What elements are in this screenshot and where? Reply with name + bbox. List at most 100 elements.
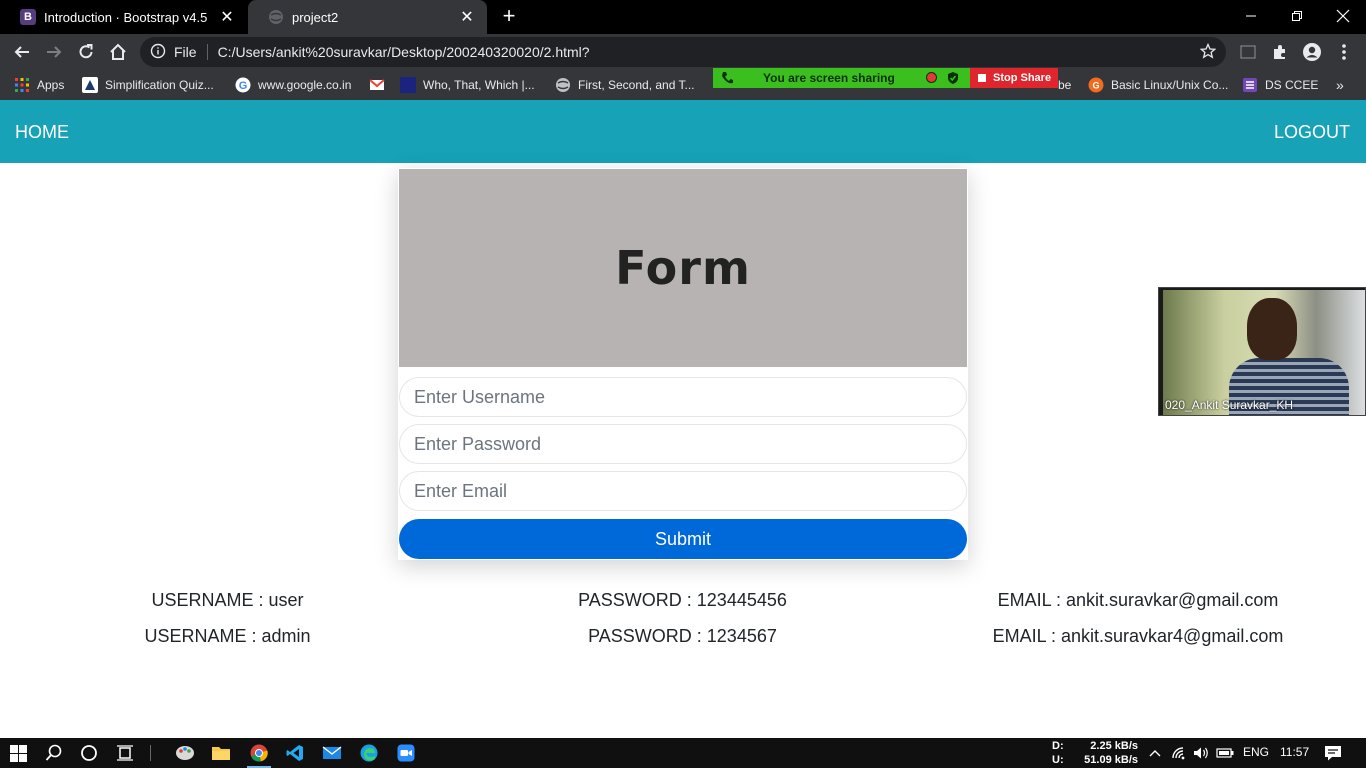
url-text[interactable]: C:/Users/ankit%20suravkar/Desktop/200240…	[218, 44, 590, 60]
bookmark-ds-ccee[interactable]: DS CCEE	[1242, 77, 1318, 93]
download-speed: 2.25 kB/s	[1090, 740, 1138, 752]
bookmark-label: First, Second, and T...	[578, 78, 695, 92]
record-indicator-icon	[926, 72, 937, 83]
email-text: EMAIL : ankit.suravkar4@gmail.com	[992, 626, 1284, 646]
username-input[interactable]	[399, 377, 967, 417]
language-indicator[interactable]: ENG	[1243, 745, 1269, 759]
gmail-icon	[369, 77, 385, 93]
close-tab-icon[interactable]: ✕	[219, 9, 235, 26]
chrome-app-icon[interactable]	[247, 740, 271, 768]
tab-bootstrap-intro[interactable]: B Introduction · Bootstrap v4.5 ✕	[0, 0, 247, 34]
list-icon	[1242, 77, 1258, 93]
globe-icon	[268, 9, 284, 25]
tab-project2[interactable]: project2 ✕	[248, 0, 487, 34]
participant-video-tile[interactable]: 020_Ankit Suravkar_KH	[1158, 287, 1366, 416]
shield-check-icon	[947, 71, 959, 88]
email-text: EMAIL : ankit.suravkar@gmail.com	[997, 590, 1279, 610]
bookmark-label: Simplification Quiz...	[105, 78, 214, 92]
phone-icon	[721, 71, 733, 88]
windows-start-icon[interactable]	[7, 742, 29, 764]
cortana-icon[interactable]	[78, 742, 100, 764]
tab-title: Introduction · Bootstrap v4.5	[44, 9, 208, 25]
zoom-app-icon[interactable]	[395, 742, 417, 764]
wifi-icon[interactable]	[1168, 742, 1190, 764]
scheme-label: File	[174, 44, 208, 60]
vscode-app-icon[interactable]	[284, 742, 306, 764]
submit-button[interactable]: Submit	[399, 519, 967, 559]
task-view-icon[interactable]	[114, 742, 136, 764]
close-tab-icon[interactable]: ✕	[459, 9, 475, 26]
bookmarks-bar: Apps Simplification Quiz... G www.google…	[0, 70, 1366, 100]
download-label: D:	[1052, 740, 1064, 752]
form-header: Form	[399, 169, 967, 367]
new-tab-button[interactable]: +	[498, 5, 520, 28]
search-icon[interactable]	[43, 742, 65, 764]
guru-icon: G	[1088, 77, 1104, 93]
reload-icon[interactable]	[74, 40, 98, 64]
nav-home-link[interactable]: HOME	[15, 122, 69, 143]
minimize-icon[interactable]	[1228, 0, 1274, 32]
stop-share-button[interactable]: Stop Share	[970, 68, 1058, 88]
browser-toolbar: File C:/Users/ankit%20suravkar/Desktop/2…	[0, 34, 1366, 70]
mail-app-icon[interactable]	[321, 742, 343, 764]
password-input[interactable]	[399, 424, 967, 464]
close-window-icon[interactable]	[1320, 0, 1366, 32]
google-icon: G	[235, 77, 251, 93]
menu-kebab-icon[interactable]	[1332, 40, 1356, 64]
bookmark-who-that-which[interactable]: Who, That, Which |...	[400, 77, 535, 93]
more-bookmarks-chevron-icon[interactable]: »	[1336, 77, 1344, 93]
bookmark-youtube[interactable]: be	[1058, 77, 1071, 93]
password-text: PASSWORD : 123445456	[578, 590, 787, 610]
svg-text:G: G	[239, 80, 248, 92]
bookmark-label: DS CCEE	[1265, 78, 1319, 92]
network-speed-meter: D: 2.25 kB/s U: 51.09 kB/s	[1052, 739, 1138, 767]
screen-sharing-banner: You are screen sharing	[713, 68, 970, 88]
apps-grid-icon	[14, 77, 30, 93]
bookmark-label: Who, That, Which |...	[423, 78, 535, 92]
file-explorer-icon[interactable]	[210, 742, 232, 764]
notifications-icon[interactable]	[1322, 742, 1344, 764]
participant-figure-head	[1247, 298, 1297, 360]
clock-time[interactable]: 11:57	[1280, 745, 1309, 759]
restore-icon[interactable]	[1274, 0, 1320, 32]
bookmark-simplification-quiz[interactable]: Simplification Quiz...	[82, 77, 214, 93]
bookmark-gmail[interactable]	[369, 77, 392, 93]
username-text: USERNAME : admin	[144, 626, 311, 646]
email-input[interactable]	[399, 471, 967, 511]
bookmark-first-second[interactable]: First, Second, and T...	[555, 77, 695, 93]
bookmark-label: Basic Linux/Unix Co...	[1111, 78, 1229, 92]
password-text: PASSWORD : 1234567	[588, 626, 777, 646]
bookmark-label: be	[1058, 78, 1072, 92]
upload-speed: 51.09 kB/s	[1084, 754, 1138, 766]
paint-app-icon[interactable]	[174, 742, 196, 764]
stop-square-icon	[978, 74, 986, 82]
bookmark-star-icon[interactable]	[1199, 42, 1217, 62]
username-text: USERNAME : user	[151, 590, 304, 610]
edge-app-icon[interactable]	[358, 742, 380, 764]
home-icon[interactable]	[106, 40, 130, 64]
bookmark-google[interactable]: G www.google.co.in	[235, 77, 351, 93]
svg-text:G: G	[1092, 81, 1099, 91]
tab-title: project2	[292, 9, 339, 25]
volume-icon[interactable]	[1190, 742, 1212, 764]
cast-icon[interactable]	[1236, 40, 1260, 64]
screen-sharing-status: You are screen sharing	[763, 71, 895, 85]
bookmark-apps[interactable]: Apps	[14, 77, 64, 93]
bookmark-basic-linux[interactable]: G Basic Linux/Unix Co...	[1088, 77, 1228, 93]
chevron-up-icon[interactable]	[1144, 742, 1166, 764]
nav-logout-link[interactable]: LOGOUT	[1274, 122, 1350, 143]
credentials-row: USERNAME : admin PASSWORD : 1234567 EMAI…	[0, 626, 1366, 650]
quiz-icon	[82, 77, 98, 93]
bootstrap-favicon-icon: B	[20, 9, 36, 25]
bookmark-label: Apps	[37, 78, 65, 92]
address-bar[interactable]: File C:/Users/ankit%20suravkar/Desktop/2…	[140, 37, 1226, 67]
extensions-puzzle-icon[interactable]	[1268, 40, 1292, 64]
profile-avatar-icon[interactable]	[1300, 40, 1324, 64]
back-arrow-icon[interactable]	[10, 40, 34, 64]
credentials-row: USERNAME : user PASSWORD : 123445456 EMA…	[0, 590, 1366, 614]
tab-strip: B Introduction · Bootstrap v4.5 ✕ projec…	[0, 0, 1366, 34]
battery-icon[interactable]	[1214, 742, 1236, 764]
info-icon[interactable]	[150, 43, 166, 62]
globe-icon	[555, 77, 571, 93]
forward-arrow-icon[interactable]	[42, 40, 66, 64]
